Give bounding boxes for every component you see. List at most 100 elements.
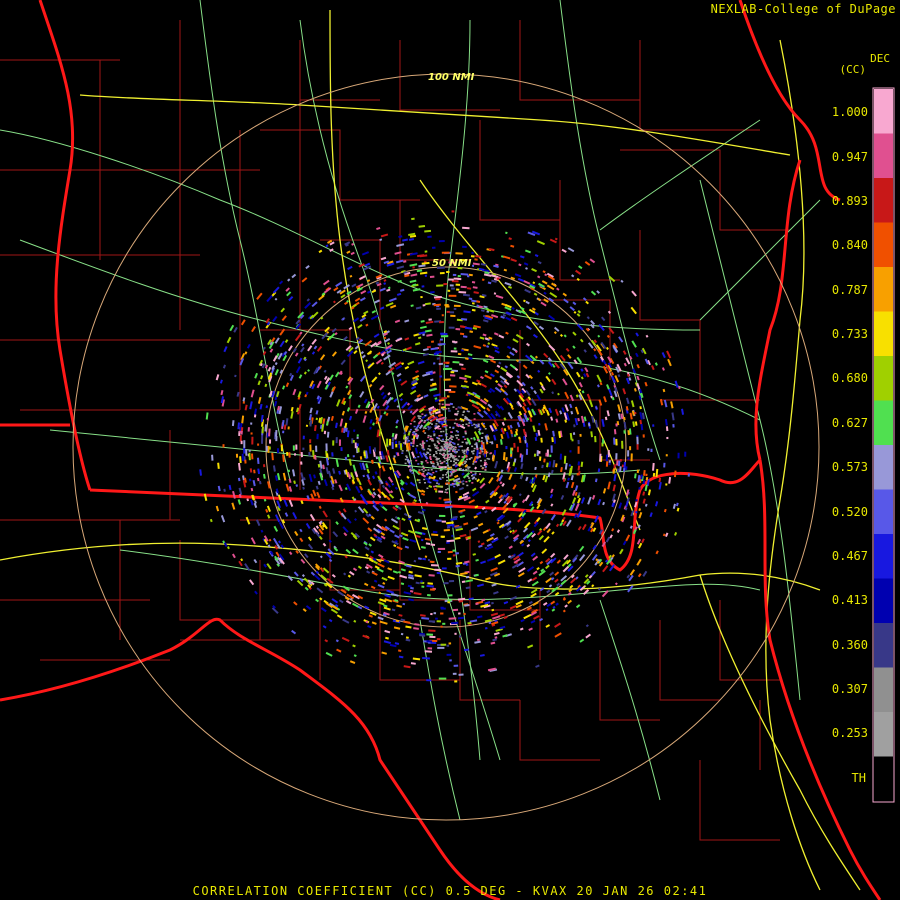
echo-gate: [436, 571, 441, 575]
echo-gate: [243, 440, 246, 449]
echo-gate: [354, 442, 357, 449]
echo-gate: [250, 453, 254, 460]
echo-gate: [449, 426, 451, 429]
echo-gate: [438, 457, 440, 460]
echo-gate: [443, 452, 445, 455]
echo-gate: [417, 463, 420, 465]
echo-gate: [452, 464, 455, 466]
echo-gate: [418, 481, 421, 484]
echo-gate: [443, 456, 445, 458]
echo-gate: [346, 454, 350, 458]
echo-gate: [424, 414, 427, 417]
echo-gate: [428, 629, 436, 632]
colorbar-label: 0.413: [831, 593, 868, 607]
echo-gate: [455, 437, 458, 439]
echo-gate: [436, 284, 444, 287]
echo-gate: [467, 424, 470, 427]
echo-gate: [240, 427, 244, 432]
credit-text: NEXLAB-College of DuPage: [710, 2, 896, 16]
echo-gate: [415, 459, 418, 462]
colorbar-label: 0.627: [831, 416, 868, 430]
echo-gate: [352, 440, 355, 443]
echo-gate: [490, 452, 493, 454]
echo-gate: [450, 350, 458, 353]
echo-gate: [295, 444, 298, 450]
echo-gate: [300, 461, 303, 465]
echo-gate: [292, 445, 295, 451]
echo-gate: [446, 310, 450, 313]
echo-gate: [429, 456, 432, 458]
echo-gate: [480, 440, 483, 442]
echo-gate: [422, 304, 426, 307]
echo-gate: [550, 445, 553, 453]
echo-gate: [455, 423, 458, 425]
echo-gate: [453, 442, 456, 445]
echo-gate: [439, 478, 442, 480]
echo-gate: [465, 468, 468, 471]
echo-gate: [266, 417, 270, 421]
echo-gate: [409, 423, 412, 425]
echo-gate: [450, 474, 453, 476]
colorbar-swatch: [874, 667, 893, 713]
echo-gate: [427, 594, 431, 597]
echo-gate: [446, 395, 450, 398]
colorbar-swatch: [874, 222, 893, 268]
echo-gate: [453, 307, 457, 311]
echo-gate: [594, 435, 597, 443]
echo-gate: [448, 456, 451, 459]
echo-gate: [424, 420, 427, 422]
echo-gate: [577, 439, 580, 445]
echo-gate: [440, 612, 444, 615]
echo-gate: [402, 442, 405, 444]
echo-gate: [424, 482, 426, 484]
echo-gate: [621, 440, 624, 449]
echo-gate: [451, 468, 454, 471]
echo-gate: [463, 450, 466, 453]
echo-gate: [458, 612, 461, 615]
echo-gate: [549, 454, 552, 458]
echo-gate: [432, 455, 435, 457]
echo-gate: [458, 480, 461, 483]
echo-gate: [457, 459, 460, 462]
echo-gate: [443, 426, 446, 428]
echo-gate: [436, 638, 441, 641]
echo-gate: [356, 434, 359, 437]
echo-gate: [677, 452, 680, 459]
echo-gate: [309, 439, 312, 444]
colorbar-swatch: [874, 267, 893, 312]
echo-gate: [455, 328, 461, 331]
echo-gate: [441, 314, 444, 317]
echo-gate: [446, 459, 449, 461]
echo-gate: [672, 424, 675, 428]
echo-gate: [411, 438, 414, 440]
echo-gate: [431, 340, 435, 343]
echo-gate: [474, 472, 477, 474]
echo-gate: [430, 462, 433, 464]
echo-gate: [449, 659, 452, 662]
echo-gate: [412, 431, 415, 434]
echo-gate: [629, 446, 632, 451]
echo-gate: [429, 635, 436, 639]
echo-gate: [250, 422, 253, 425]
echo-gate: [478, 452, 481, 454]
echo-gate: [433, 433, 436, 435]
echo-gate: [426, 451, 429, 454]
echo-gate: [447, 594, 453, 597]
echo-gate: [356, 443, 359, 447]
echo-gate: [457, 438, 460, 441]
echo-gate: [427, 469, 430, 471]
echo-gate: [440, 535, 445, 538]
echo-gate: [471, 424, 474, 427]
echo-gate: [443, 283, 448, 286]
echo-gate: [453, 460, 455, 463]
echo-gate: [449, 284, 454, 287]
echo-gate: [447, 550, 453, 554]
echo-gate: [316, 433, 319, 440]
echo-gate: [457, 434, 460, 436]
echo-gate: [457, 352, 462, 356]
echo-gate: [457, 277, 462, 281]
echo-gate: [438, 239, 445, 243]
echo-gate: [413, 425, 416, 428]
echo-gate: [440, 625, 443, 628]
echo-gate: [431, 439, 434, 442]
